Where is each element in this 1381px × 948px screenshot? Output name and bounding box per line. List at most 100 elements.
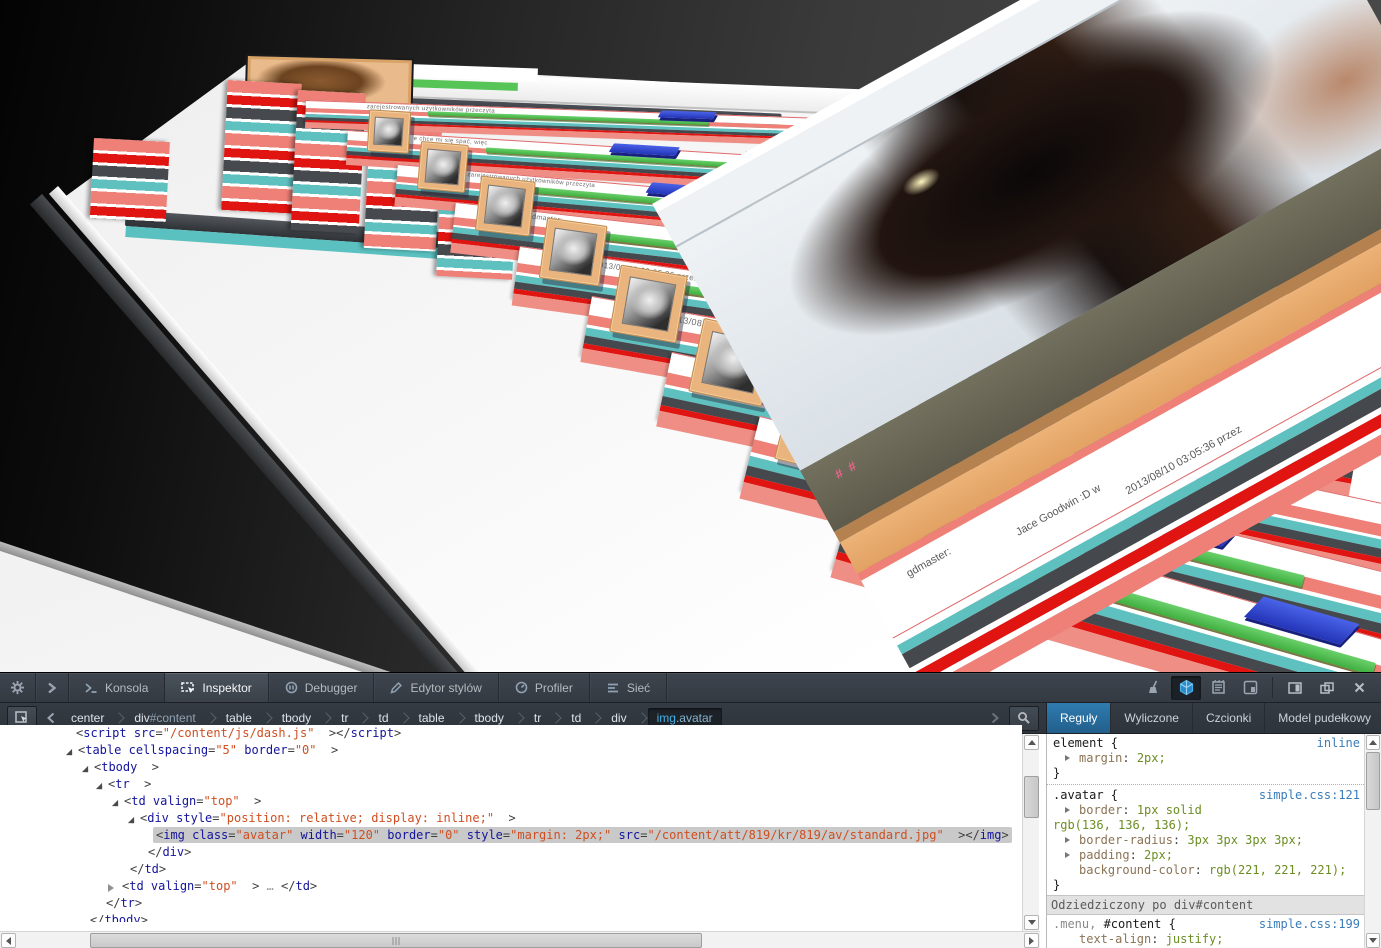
chevron-right-icon [46,682,58,694]
markup-vertical-scrollbar[interactable] [1022,734,1039,931]
sidebar-tab-czcionki[interactable]: Czcionki [1193,703,1265,733]
twisty-expanded-icon[interactable] [112,800,118,806]
tab-label: Profiler [535,681,573,695]
rule-line[interactable]: padding: 2px; [1051,848,1360,863]
twisty-expanded-icon[interactable] [128,817,134,823]
avatar-box [539,217,608,286]
scroll-up-icon [1028,740,1036,745]
markup-line[interactable]: </tbody> [0,912,1022,922]
rule-line[interactable]: border-radius: 3px 3px 3px 3px; [1051,833,1360,848]
breadcrumb-separator-icon [454,712,465,723]
devtools-panel: KonsolaInspektorDebuggerEdytor stylów Pro… [0,672,1381,948]
markup-line[interactable]: <tbody > [0,759,1022,776]
avatar-photo [374,116,405,147]
markup-line[interactable]: </div> [0,844,1022,861]
scratchpad-button[interactable] [1203,676,1233,700]
breadcrumb-separator-icon [205,712,216,723]
markup-line[interactable]: </td> [0,861,1022,878]
settings-button[interactable] [0,673,36,702]
dock-button[interactable] [1280,676,1310,700]
markup-line[interactable]: <tr > [0,776,1022,793]
rule-line[interactable]: margin: 2px; [1051,751,1360,766]
inherited-header: Odziedziczony po div#content [1047,895,1364,915]
breadcrumb-separator-icon [320,712,331,723]
tab-edytor[interactable]: Edytor stylów [374,673,498,702]
avatar-box [417,141,469,193]
tab-profiler[interactable]: Profiler [499,673,590,702]
rule-line[interactable]: text-align: justify; [1051,932,1360,947]
twisty-expanded-icon[interactable] [82,766,88,772]
console-toggle-button[interactable] [36,673,69,702]
avatar-photo [549,228,597,276]
markup-line-selected[interactable]: <img class="avatar" width="120" border="… [0,827,1022,844]
property-twisty-icon[interactable] [1065,807,1070,813]
rule-line[interactable]: simple.css:121.avatar { [1051,788,1360,803]
devtools-toolbar: KonsolaInspektorDebuggerEdytor stylów Pro… [0,673,1381,703]
tab-siec[interactable]: Sieć [590,673,667,702]
sidebar-tab-wyliczone[interactable]: Wyliczone [1111,703,1193,733]
tab-konsola[interactable]: Konsola [69,673,165,702]
stylesheet-link[interactable]: simple.css:199 [1259,917,1360,932]
stylesheet-link[interactable]: inline [1317,736,1360,751]
property-twisty-icon[interactable] [1065,837,1070,843]
crumb-tag: table [226,711,252,725]
breadcrumb-separator-icon [636,712,647,723]
tab-inspektor[interactable]: Inspektor [165,673,268,702]
rule-line[interactable]: border: 1px solid [1051,803,1360,818]
rule-line[interactable]: } [1051,766,1360,781]
markup-line[interactable]: <table cellspacing="5" border="0" > [0,742,1022,759]
close-button[interactable] [1344,676,1374,700]
inspect-cursor-icon [15,711,29,725]
markup-line[interactable]: <td valign="top" > [0,793,1022,810]
rules-vertical-scrollbar[interactable] [1364,734,1381,948]
sidebar-tab-model-pude-kowy[interactable]: Model pudełkowy [1265,703,1381,733]
scrollbar-thumb[interactable] [1366,752,1380,810]
crumb-tag: td [378,711,388,725]
avatar-box [475,176,536,237]
chevron-right-icon [990,712,1000,724]
property-twisty-icon[interactable] [1065,852,1070,858]
broom-button[interactable] [1139,676,1169,700]
rule-line[interactable]: background-color: rgb(221, 221, 221); [1051,863,1360,878]
crumb-tag: tr [341,711,348,725]
sidebar-tab-regu-y[interactable]: Reguły [1047,703,1111,733]
breadcrumb-back-button[interactable] [40,712,62,724]
popout-button[interactable] [1312,676,1342,700]
crumb-tag: tr [534,711,541,725]
twisty-expanded-icon[interactable] [96,783,102,789]
tab-debugger[interactable]: Debugger [269,673,375,702]
responsive-button[interactable] [1235,676,1265,700]
markup-line[interactable]: <script src="/content/js/dash.js" ></scr… [0,725,1022,742]
rule-line[interactable]: inlineelement { [1051,736,1360,751]
markup-line[interactable]: <div style="position: relative; display:… [0,810,1022,827]
avatar-photo [484,185,526,227]
breadcrumb-separator-icon [551,712,562,723]
responsive-icon [1243,680,1258,695]
inspector-panels: <script src="/content/js/dash.js" ></scr… [0,734,1381,948]
rule-line[interactable]: } [1051,878,1360,893]
scrollbar-thumb[interactable] [1024,776,1039,818]
stylesheet-link[interactable]: simple.css:121 [1259,788,1360,803]
tilt-3d-view[interactable]: zarejestrowanych użytkowników przeczytae… [0,0,1381,672]
twisty-collapsed-icon[interactable] [108,884,114,892]
breadcrumb-separator-icon [358,712,369,723]
toolbar-spacer [667,673,1138,702]
scrollbar-thumb[interactable] [90,933,702,948]
markup-horizontal-scrollbar[interactable] [0,931,1040,948]
breadcrumb-separator-icon [261,712,272,723]
markup-line[interactable]: </tr> [0,895,1022,912]
rule-line[interactable]: rgb(136, 136, 136); [1051,818,1360,833]
profiler-icon [515,681,528,694]
inspektor-icon [181,682,195,694]
property-twisty-icon[interactable] [1065,755,1070,761]
scroll-right-icon [1029,937,1034,945]
scroll-up-icon [1369,740,1377,745]
scratchpad-icon [1211,680,1226,695]
crumb-tag: div [611,711,626,725]
cube3d-button[interactable] [1171,676,1201,700]
markup-line[interactable]: <td valign="top" > … </td> [0,878,1022,895]
twisty-expanded-icon[interactable] [66,749,72,755]
toolbar-separator [1272,677,1273,698]
rule-line[interactable]: simple.css:199.menu, #content { [1051,917,1360,932]
breadcrumb-forward-button[interactable] [984,712,1006,724]
